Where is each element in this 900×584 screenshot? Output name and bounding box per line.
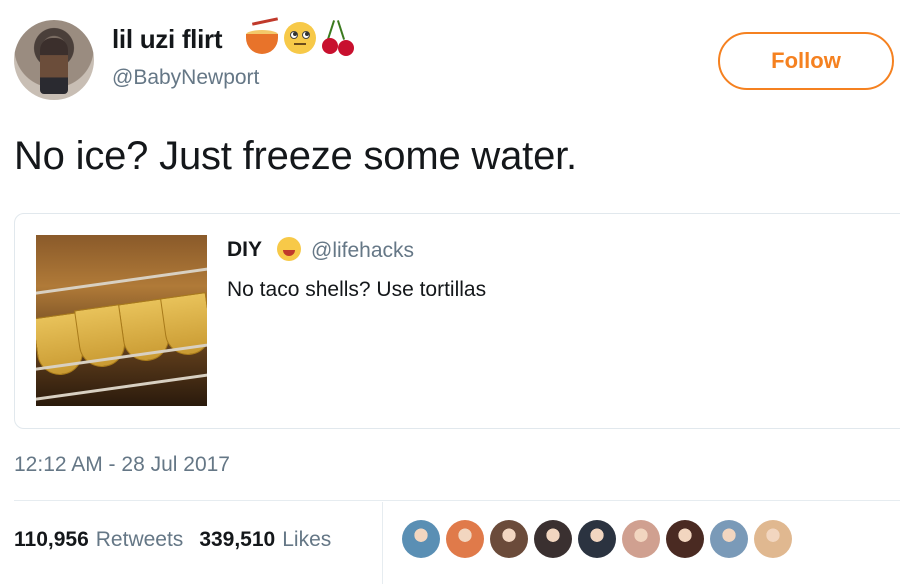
liker-avatar-7[interactable] (666, 520, 704, 558)
retweets-count: 110,956 (14, 528, 89, 551)
display-name[interactable]: lil uzi flirt (112, 24, 223, 55)
tweet-stats: 110,956 Retweets 339,510 Likes (14, 528, 331, 552)
user-handle[interactable]: @BabyNewport (112, 66, 259, 90)
likes-stat[interactable]: 339,510 Likes (199, 528, 331, 552)
follow-button[interactable]: Follow (718, 32, 894, 90)
retweets-label: Retweets (95, 528, 184, 551)
stats-divider (382, 502, 383, 584)
quoted-handle[interactable]: @lifehacks (311, 239, 414, 263)
liker-avatar-6[interactable] (622, 520, 660, 558)
quoted-display-name[interactable]: DIY (227, 238, 262, 262)
likes-count: 339,510 (199, 528, 276, 551)
tweet-timestamp[interactable]: 12:12 AM - 28 Jul 2017 (14, 453, 230, 477)
liker-avatar-8[interactable] (710, 520, 748, 558)
quoted-tweet-image[interactable] (36, 235, 207, 406)
tweet-text: No ice? Just freeze some water. (14, 134, 577, 178)
liker-avatar-3[interactable] (490, 520, 528, 558)
liker-avatar-9[interactable] (754, 520, 792, 558)
liker-avatar-2[interactable] (446, 520, 484, 558)
quoted-tweet-text: No taco shells? Use tortillas (227, 278, 487, 301)
cherries-icon (320, 20, 356, 56)
face-with-rolling-eyes-icon (284, 22, 316, 54)
user-avatar[interactable] (14, 20, 94, 100)
liker-avatar-1[interactable] (402, 520, 440, 558)
quoted-tweet-card[interactable]: DIY @lifehacks No taco shells? Use torti… (14, 213, 900, 429)
liker-avatar-5[interactable] (578, 520, 616, 558)
liker-avatar-4[interactable] (534, 520, 572, 558)
display-name-emojis (244, 17, 356, 56)
ramen-emoji-icon (244, 17, 280, 56)
retweets-stat[interactable]: 110,956 Retweets (14, 528, 183, 552)
divider (14, 500, 900, 501)
likes-label: Likes (282, 528, 332, 551)
liker-avatars (402, 520, 792, 558)
face-savoring-food-icon (277, 237, 301, 261)
